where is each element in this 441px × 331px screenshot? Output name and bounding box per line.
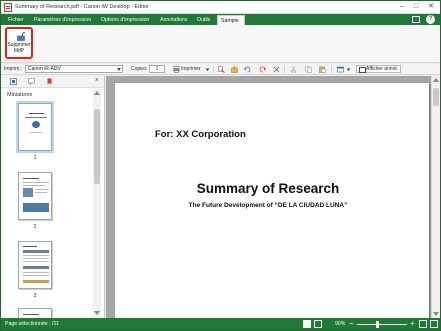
tab-outils[interactable]: Outils — [194, 15, 213, 25]
close-button[interactable]: ✕ — [426, 3, 436, 11]
stamp-icon[interactable] — [231, 66, 238, 73]
undo-icon[interactable] — [244, 66, 251, 73]
copy-icon[interactable] — [305, 66, 312, 73]
remove-password-label: Supprimer MdP — [7, 42, 31, 54]
delete-icon[interactable] — [273, 66, 280, 73]
cut-icon[interactable] — [290, 66, 297, 73]
scroll-up-arrow-icon[interactable] — [94, 91, 100, 95]
document-client-line: For: XX Corporation — [155, 129, 246, 140]
scroll-up-arrow-icon[interactable] — [433, 78, 439, 82]
page-number: 2 — [33, 224, 37, 230]
page-thumbnail[interactable] — [18, 241, 52, 289]
zoom-level: 90% — [335, 321, 346, 327]
unlock-icon — [17, 32, 25, 41]
tab-fichier[interactable]: Fichier — [5, 15, 27, 25]
zoom-in-button[interactable]: + — [410, 319, 415, 328]
app-window: Summary of Research.pdf - Canon iW Deskt… — [0, 0, 441, 331]
print-toolbar: Imprim.: Canon iR-ADV Copies 1 Imprimer — [1, 64, 440, 75]
ribbon-tab-bar: Fichier Paramètres d'impression Options … — [1, 14, 440, 25]
ribbon-collapse-icon[interactable] — [412, 16, 420, 23]
fit-page-icon[interactable] — [419, 320, 427, 328]
show-annotations-button[interactable]: Afficher annot. — [356, 65, 402, 73]
printer-select-value: Canon iR-ADV — [28, 66, 61, 72]
scrollbar-thumb[interactable] — [94, 109, 100, 184]
thumbnail-view-icon[interactable] — [10, 78, 17, 85]
printer-label: Imprim.: — [4, 66, 23, 72]
copies-label: Copies — [131, 66, 147, 72]
maximize-button[interactable]: □ — [411, 3, 421, 11]
minimize-button[interactable]: – — [397, 3, 407, 11]
chevron-down-icon — [117, 68, 121, 71]
remove-password-button[interactable]: Supprimer MdP — [5, 27, 33, 59]
title-bar: Summary of Research.pdf - Canon iW Deskt… — [1, 1, 440, 14]
document-subtitle: The Future Development of “DE LA CIUDAD … — [188, 202, 348, 209]
continuous-view-icon[interactable] — [314, 320, 322, 328]
print-options-dropdown-icon[interactable] — [204, 66, 211, 73]
fit-width-icon[interactable] — [430, 320, 438, 328]
bookmark-icon[interactable] — [46, 78, 53, 85]
toolbar-separator — [213, 66, 214, 73]
toolbar-separator — [331, 66, 332, 73]
page-thumbnail[interactable] — [18, 172, 52, 220]
printer-icon[interactable] — [173, 66, 180, 73]
ribbon-panel: Supprimer MdP — [1, 25, 440, 63]
tab-annotations[interactable]: Annotations — [157, 15, 190, 25]
copies-stepper[interactable]: 1 — [149, 65, 165, 73]
thumbnail-panel-title: Miniatures — [7, 92, 33, 98]
zoom-slider-handle[interactable] — [376, 321, 379, 328]
document-scrollbar[interactable] — [431, 76, 440, 318]
document-title: Summary of Research — [196, 181, 340, 196]
scroll-down-arrow-icon[interactable] — [94, 311, 100, 315]
zoom-out-button[interactable]: − — [349, 319, 354, 328]
scrollbar-thumb[interactable] — [433, 88, 439, 106]
page-number: 3 — [33, 293, 37, 299]
close-icon[interactable]: × — [95, 77, 99, 84]
single-page-view-icon[interactable] — [303, 320, 311, 328]
view-mode-icon[interactable] — [337, 66, 344, 73]
document-page: For: XX Corporation Summary of Research … — [115, 83, 429, 323]
document-viewer[interactable]: For: XX Corporation Summary of Research … — [106, 76, 440, 323]
printer-select[interactable]: Canon iR-ADV — [25, 65, 123, 73]
print-settings-icon[interactable] — [218, 66, 225, 73]
window-title: Summary of Research.pdf - Canon iW Deskt… — [15, 4, 149, 10]
page-thumbnail[interactable] — [16, 101, 54, 153]
thumbnail-scrollbar[interactable] — [93, 89, 101, 317]
tab-parametres-impression[interactable]: Paramètres d'impression — [31, 15, 94, 25]
tab-options-impression[interactable]: Options d'impression — [98, 15, 152, 25]
toolbar-separator — [284, 66, 285, 73]
scroll-down-arrow-icon[interactable] — [433, 312, 439, 316]
redo-icon[interactable] — [259, 66, 266, 73]
document-app-icon — [4, 3, 12, 12]
selected-page-status: Page sélectionnée : /11 — [5, 321, 59, 327]
help-icon[interactable]: ? — [426, 15, 435, 24]
page-number: 1 — [33, 155, 37, 161]
thumbnail-panel: × Miniatures 1 2 3 — [1, 76, 105, 320]
print-button-label[interactable]: Imprimer — [181, 66, 201, 72]
view-mode-dropdown-icon[interactable] — [345, 66, 352, 73]
status-bar: Page sélectionnée : /11 90% − + — [1, 318, 440, 330]
comment-icon[interactable] — [28, 78, 35, 86]
ribbon-group-divider — [4, 60, 34, 61]
zoom-slider[interactable] — [357, 324, 407, 325]
thumbnail-toolbar: × — [1, 76, 104, 88]
tab-sample[interactable]: Sample — [217, 15, 245, 25]
paste-icon[interactable] — [319, 66, 326, 73]
